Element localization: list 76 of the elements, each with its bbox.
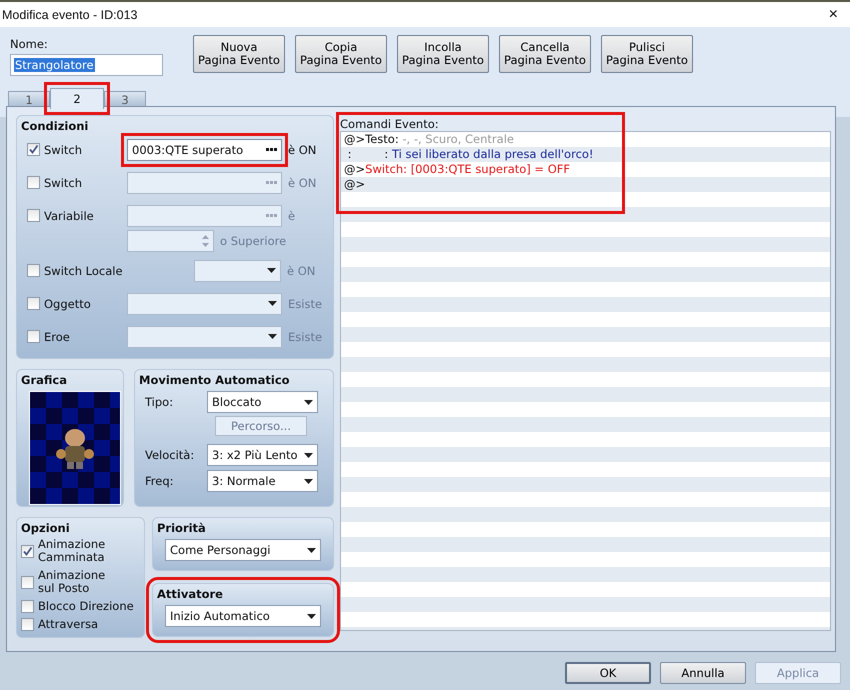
condition-label: Variabile <box>44 208 94 222</box>
ellipsis-icon <box>266 148 277 151</box>
frequency-dropdown[interactable]: 3: Normale <box>207 470 318 492</box>
type-label: Tipo: <box>145 395 174 409</box>
panel-title: Movimento Automatico <box>139 373 291 387</box>
condition-suffix: è <box>288 208 296 222</box>
checkbox[interactable] <box>21 544 34 558</box>
panel-title: Condizioni <box>21 119 90 133</box>
condition-label: Oggetto <box>44 296 91 310</box>
window-title: Modifica evento - ID:013 <box>2 8 138 22</box>
ellipsis-icon <box>266 214 277 217</box>
condition-dropdown[interactable] <box>127 292 282 314</box>
number-field[interactable] <box>127 230 214 252</box>
name-field[interactable]: Strangolatore <box>10 54 163 76</box>
condition-label: Switch <box>44 142 82 156</box>
spinner-arrows-icon <box>202 235 209 247</box>
dropdown-arrow-icon <box>304 400 313 404</box>
condition-label: Switch Locale <box>44 264 123 278</box>
condition-dropdown[interactable] <box>127 326 282 348</box>
condition-suffix: Esiste <box>288 296 322 310</box>
condition-suffix: è ON <box>288 142 316 156</box>
condition-dropdown[interactable] <box>194 260 281 282</box>
checkbox[interactable] <box>27 143 40 156</box>
condition-label: Eroe <box>44 330 70 344</box>
checkbox[interactable] <box>27 297 40 310</box>
dropdown-arrow-icon <box>268 334 277 339</box>
panel-title: Grafica <box>21 373 68 387</box>
frequency-label: Freq: <box>145 474 175 488</box>
checkbox[interactable] <box>27 330 40 343</box>
checkbox[interactable] <box>27 209 40 222</box>
checkbox[interactable] <box>27 264 40 277</box>
trigger-dropdown[interactable]: Inizio Automatico <box>165 605 321 627</box>
command-line[interactable]: @>Testo: -, -, Scuro, Centrale <box>341 132 830 147</box>
ellipsis-icon <box>266 181 277 184</box>
dropdown-arrow-icon <box>307 548 316 552</box>
checkbox[interactable] <box>21 600 34 613</box>
dropdown-arrow-icon <box>304 452 313 458</box>
checkbox[interactable] <box>27 176 40 189</box>
checkbox[interactable] <box>21 618 34 631</box>
panel-title: Opzioni <box>21 521 71 535</box>
close-icon[interactable]: × <box>824 6 842 24</box>
panel-title: Attivatore <box>157 587 224 601</box>
page-event-button[interactable]: Copia Pagina Evento <box>295 35 387 73</box>
condition-suffix: Esiste <box>288 330 322 344</box>
page-event-button[interactable]: Nuova Pagina Evento <box>193 35 285 73</box>
switch-field[interactable] <box>127 172 282 194</box>
name-label: Nome: <box>10 37 49 51</box>
condition-label: Switch <box>44 176 82 190</box>
condition-suffix: è ON <box>287 264 316 278</box>
switch-field[interactable] <box>127 204 282 226</box>
checkbox[interactable] <box>21 576 34 588</box>
condition-suffix: o Superiore <box>220 234 286 248</box>
priority-dropdown[interactable]: Come Personaggi <box>165 539 321 561</box>
page-event-button[interactable]: Incolla Pagina Evento <box>397 35 489 73</box>
page-event-button[interactable]: Cancella Pagina Evento <box>499 35 591 73</box>
type-dropdown[interactable]: Bloccato <box>207 391 318 413</box>
condition-suffix: è ON <box>288 176 316 190</box>
dialog-button[interactable]: Annulla <box>660 662 746 684</box>
dropdown-arrow-icon <box>307 614 316 618</box>
dropdown-arrow-icon <box>267 268 276 273</box>
option-label: Animazione sul Posto <box>38 569 106 595</box>
command-line[interactable]: @> <box>341 177 830 192</box>
panel-title: Priorità <box>157 521 207 535</box>
command-line[interactable]: : : Ti sei liberato dalla presa dell'orco! <box>341 147 830 162</box>
dropdown-arrow-icon <box>268 301 277 306</box>
dropdown-arrow-icon <box>304 478 313 484</box>
option-label: Animazione Camminata <box>38 538 106 564</box>
commands-title: Comandi Evento: <box>340 117 440 131</box>
option-label: Attraversa <box>38 618 98 631</box>
speed-label: Velocità: <box>145 448 196 462</box>
option-label: Blocco Direzione <box>38 600 134 613</box>
page-event-button[interactable]: Pulisci Pagina Evento <box>601 35 693 73</box>
command-line[interactable]: @>Switch: [0003:QTE superato] = OFF <box>341 162 830 177</box>
dialog-button[interactable]: OK <box>565 662 651 684</box>
command-list[interactable]: @>Testo: -, -, Scuro, Centrale : : Ti sei liberato dalla presa dell'orco! @>Switch: [0003:QTE superato] = OFF @> <box>340 131 831 631</box>
speed-dropdown[interactable]: 3: x2 Più Lento <box>207 444 318 466</box>
